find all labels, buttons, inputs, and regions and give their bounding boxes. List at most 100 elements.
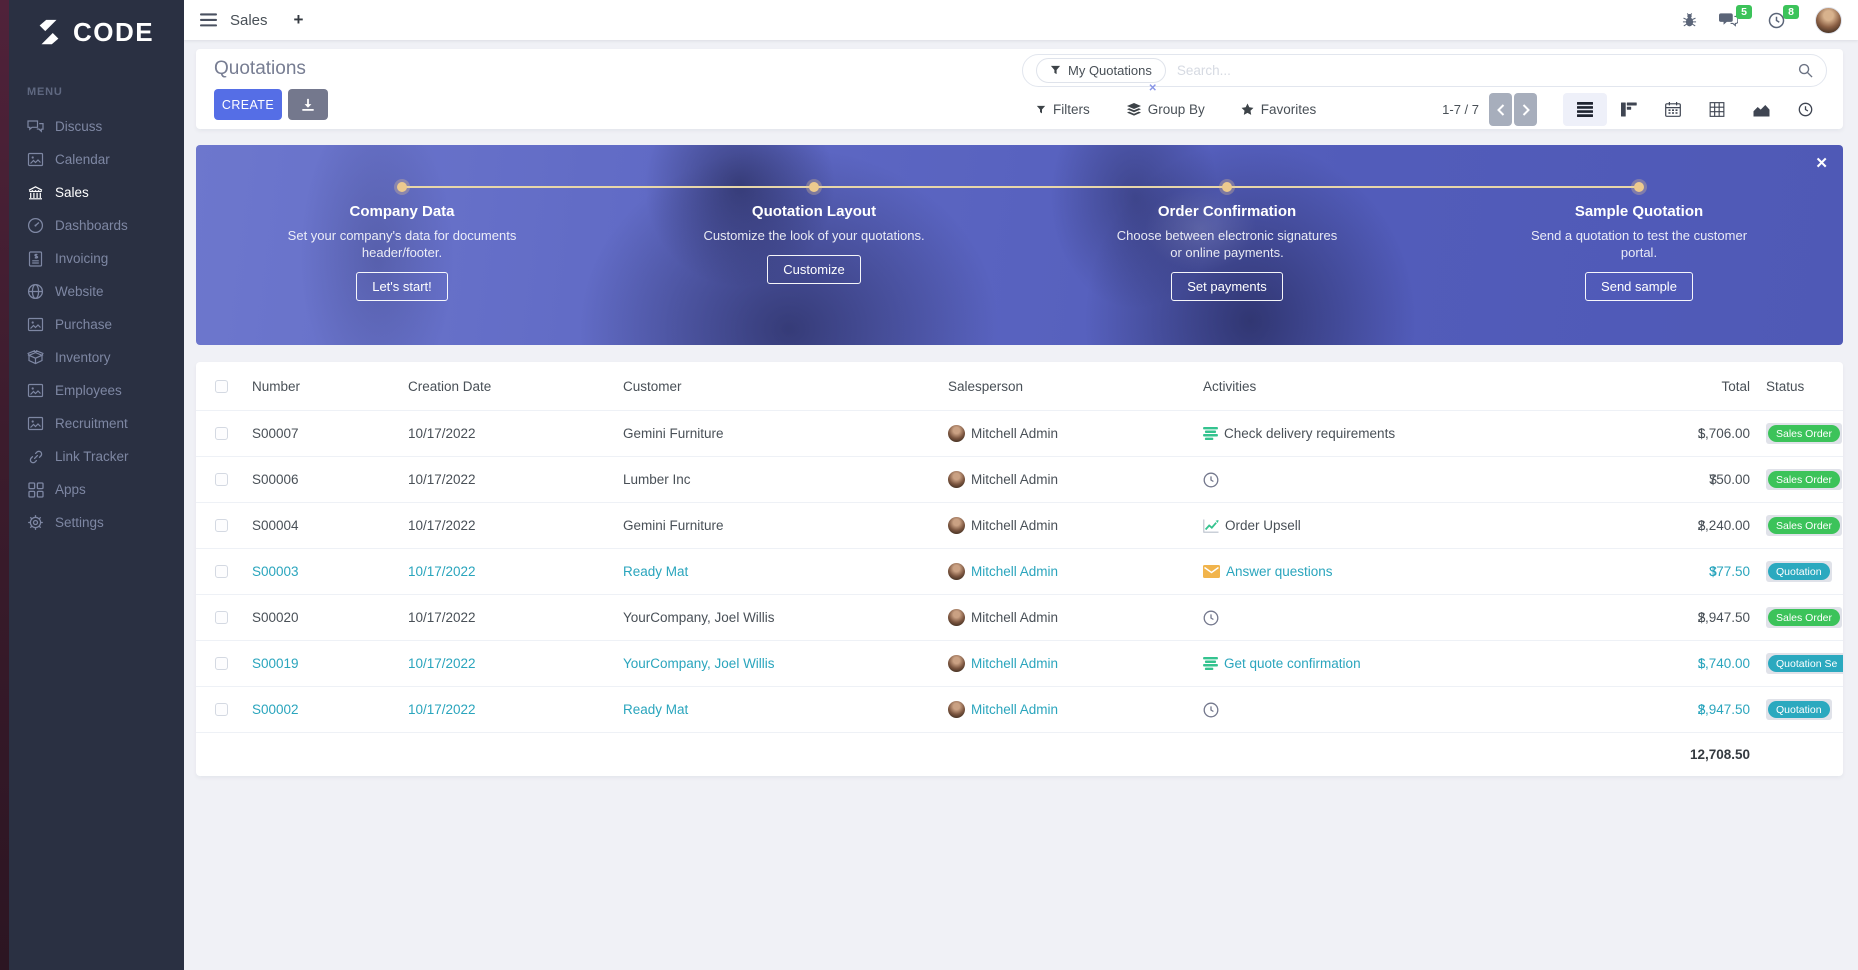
- sidebar-item-label: Inventory: [55, 350, 111, 365]
- activities-clock-icon[interactable]: 8: [1768, 12, 1785, 29]
- pager-next-button[interactable]: [1514, 93, 1537, 126]
- activity-view-icon[interactable]: [1783, 93, 1827, 126]
- favorites-button[interactable]: Favorites: [1241, 102, 1317, 117]
- sidebar-item-calendar[interactable]: Calendar: [0, 143, 184, 176]
- row-checkbox[interactable]: [215, 473, 228, 486]
- salesperson-avatar: [948, 701, 965, 718]
- table-row[interactable]: S00002 10/17/2022 Ready Mat Mitchell Adm…: [196, 686, 1843, 732]
- hamburger-menu-icon[interactable]: [200, 13, 217, 27]
- table-row[interactable]: S00003 10/17/2022 Ready Mat Mitchell Adm…: [196, 548, 1843, 594]
- filter-chip-my-quotations[interactable]: My Quotations ✕: [1036, 58, 1166, 83]
- app-title[interactable]: Sales: [230, 12, 268, 29]
- col-header-status[interactable]: Status: [1750, 379, 1843, 394]
- kanban-view-icon[interactable]: [1607, 93, 1651, 126]
- create-button[interactable]: CREATE: [214, 89, 282, 120]
- sidebar-item-employees[interactable]: Employees: [0, 374, 184, 407]
- brand-logo[interactable]: CODE: [0, 0, 184, 64]
- col-header-customer[interactable]: Customer: [623, 379, 948, 394]
- row-checkbox[interactable]: [215, 611, 228, 624]
- salesperson-avatar: [948, 609, 965, 626]
- clock-activity-icon[interactable]: [1203, 702, 1219, 718]
- cell-activity[interactable]: Order Upsell: [1225, 518, 1301, 533]
- cell-total: 1,740.00: [1697, 656, 1750, 671]
- select-all-checkbox[interactable]: [215, 380, 228, 393]
- sidebar-item-label: Purchase: [55, 317, 112, 332]
- calendar-view-icon[interactable]: [1651, 93, 1695, 126]
- table-row[interactable]: S00004 10/17/2022 Gemini Furniture Mitch…: [196, 502, 1843, 548]
- customize-button[interactable]: Customize: [767, 255, 860, 284]
- search-input[interactable]: Search...: [1177, 63, 1231, 78]
- group-by-button[interactable]: Group By: [1127, 102, 1205, 117]
- sidebar-item-settings[interactable]: Settings: [0, 506, 184, 539]
- timeline-dot: [1222, 182, 1232, 192]
- cell-number: S00003: [235, 564, 408, 579]
- salesperson-avatar: [948, 563, 965, 580]
- row-checkbox[interactable]: [215, 657, 228, 670]
- cell-activity[interactable]: Get quote confirmation: [1224, 656, 1361, 671]
- sidebar-item-label: Apps: [55, 482, 86, 497]
- col-header-creation-date[interactable]: Creation Date: [408, 379, 623, 394]
- messages-icon[interactable]: 5: [1719, 12, 1738, 28]
- set-payments-button[interactable]: Set payments: [1171, 272, 1283, 301]
- row-checkbox[interactable]: [215, 565, 228, 578]
- cell-creation-date: 10/17/2022: [408, 702, 623, 717]
- filters-label: Filters: [1053, 102, 1090, 117]
- sidebar-item-sales[interactable]: Sales: [0, 176, 184, 209]
- row-checkbox[interactable]: [215, 703, 228, 716]
- cell-customer: YourCompany, Joel Willis: [623, 656, 948, 671]
- sidebar-item-dashboards[interactable]: Dashboards: [0, 209, 184, 242]
- add-tab-button[interactable]: +: [294, 10, 304, 30]
- sidebar-item-website[interactable]: Website: [0, 275, 184, 308]
- cell-customer: Gemini Furniture: [623, 426, 948, 441]
- filters-button[interactable]: Filters: [1036, 102, 1090, 117]
- sidebar-item-discuss[interactable]: Discuss: [0, 110, 184, 143]
- star-icon: [1241, 103, 1254, 116]
- col-header-activities[interactable]: Activities: [1203, 379, 1646, 394]
- graph-view-icon[interactable]: [1739, 93, 1783, 126]
- close-icon[interactable]: ✕: [1815, 154, 1828, 172]
- sidebar-item-purchase[interactable]: Purchase: [0, 308, 184, 341]
- search-icon[interactable]: [1798, 63, 1813, 78]
- clock-activity-icon[interactable]: [1203, 610, 1219, 626]
- sidebar-item-label: Employees: [55, 383, 122, 398]
- row-checkbox[interactable]: [215, 427, 228, 440]
- sidebar-item-invoicing[interactable]: Invoicing: [0, 242, 184, 275]
- table-row[interactable]: S00006 10/17/2022 Lumber Inc Mitchell Ad…: [196, 456, 1843, 502]
- user-avatar[interactable]: [1815, 7, 1842, 34]
- col-header-number[interactable]: Number: [235, 379, 408, 394]
- debug-bug-icon[interactable]: [1682, 12, 1697, 28]
- sidebar-item-label: Discuss: [55, 119, 102, 134]
- onboarding-banner: ✕ Company Data Set your company's data f…: [196, 145, 1843, 345]
- list-view-icon[interactable]: [1563, 93, 1607, 126]
- cell-salesperson: Mitchell Admin: [971, 610, 1058, 625]
- row-checkbox[interactable]: [215, 519, 228, 532]
- image-placeholder-icon: [27, 382, 44, 399]
- timeline-dot: [397, 182, 407, 192]
- topbar: Sales + 5 8: [184, 0, 1858, 40]
- table-row[interactable]: S00019 10/17/2022 YourCompany, Joel Will…: [196, 640, 1843, 686]
- gear-icon: [27, 514, 44, 531]
- cell-salesperson: Mitchell Admin: [971, 564, 1058, 579]
- search-bar[interactable]: My Quotations ✕ Search...: [1022, 54, 1827, 87]
- send-sample-button[interactable]: Send sample: [1585, 272, 1693, 301]
- pager-previous-button[interactable]: [1489, 93, 1512, 126]
- page-title: Quotations: [214, 58, 306, 80]
- clock-activity-icon[interactable]: [1203, 472, 1219, 488]
- sidebar-item-link-tracker[interactable]: Link Tracker: [0, 440, 184, 473]
- timeline-dot: [809, 182, 819, 192]
- lets-start-button[interactable]: Let's start!: [356, 272, 448, 301]
- sidebar-item-inventory[interactable]: Inventory: [0, 341, 184, 374]
- table-sum-row: 12,708.50: [196, 732, 1843, 776]
- funnel-icon: [1036, 105, 1046, 115]
- cell-activity[interactable]: Check delivery requirements: [1224, 426, 1395, 441]
- cell-activity[interactable]: Answer questions: [1226, 564, 1333, 579]
- pivot-view-icon[interactable]: [1695, 93, 1739, 126]
- table-row[interactable]: S00007 10/17/2022 Gemini Furniture Mitch…: [196, 410, 1843, 456]
- table-row[interactable]: S00020 10/17/2022 YourCompany, Joel Will…: [196, 594, 1843, 640]
- sidebar-item-apps[interactable]: Apps: [0, 473, 184, 506]
- sidebar-item-recruitment[interactable]: Recruitment: [0, 407, 184, 440]
- col-header-salesperson[interactable]: Salesperson: [948, 379, 1203, 394]
- status-badge-label: Sales Order: [1768, 609, 1840, 626]
- export-button[interactable]: [288, 89, 328, 120]
- col-header-total[interactable]: Total: [1646, 379, 1750, 394]
